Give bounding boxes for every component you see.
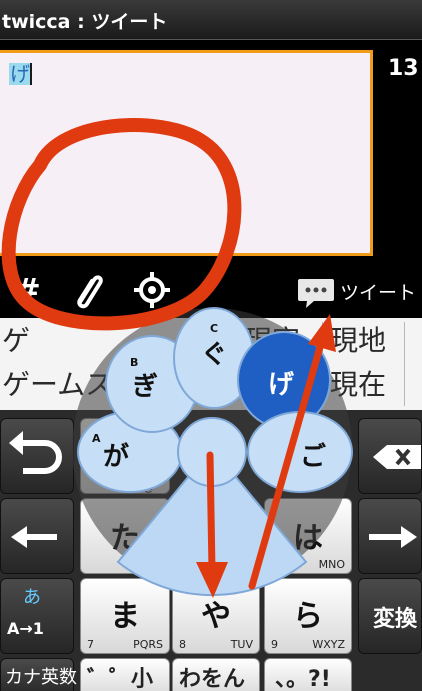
key-ma[interactable]: ま 7 PQRS (80, 578, 170, 654)
text-caret (30, 63, 32, 85)
candidate-divider (322, 322, 323, 406)
flick-label-right: ご (300, 442, 327, 472)
flick-label-upper-right: げ (268, 370, 295, 400)
candidate-item[interactable]: 現在 (330, 368, 386, 402)
key-ya-label: や (201, 599, 231, 634)
tweet-text-field[interactable]: げ (0, 50, 373, 256)
key-ra[interactable]: ら 9 WXYZ (264, 578, 352, 654)
tweet-button[interactable]: ツイート (296, 273, 420, 309)
cursor-right-key[interactable] (358, 498, 422, 574)
paperclip-icon (77, 275, 103, 309)
key-ya[interactable]: や 8 TUV (172, 578, 260, 654)
key-ma-letters: PQRS (133, 638, 163, 651)
flick-letter-left: A (92, 432, 101, 445)
backspace-icon (373, 445, 421, 469)
candidate-divider (404, 322, 405, 406)
key-dakuten-label: ゛゜小 (87, 667, 154, 691)
right-arrow-icon (369, 526, 417, 548)
key-ra-letters: WXYZ (312, 638, 345, 651)
key-ma-number: 7 (87, 638, 94, 651)
crosshair-icon (134, 272, 170, 308)
hashtag-label: # (14, 271, 41, 309)
key-ha-letters: MNO (318, 558, 345, 571)
left-arrow-icon (11, 526, 57, 548)
kana-alnum-label: カナ英数 (5, 667, 77, 688)
key-ta-label: た (110, 521, 140, 556)
mode-alnum-label: A→1 (7, 619, 44, 638)
attach-button[interactable] (70, 268, 106, 312)
key-ma-label: ま (110, 599, 140, 634)
key-dakuten[interactable]: ゛゜小 (80, 658, 170, 691)
candidate-item[interactable]: ゲ (2, 324, 30, 358)
composing-text: げ (9, 62, 31, 86)
key-ra-number: 9 (271, 638, 278, 651)
flick-letter-upper-left: B (130, 356, 139, 369)
key-punct[interactable]: 、。?! (264, 658, 352, 691)
key-ra-label: ら (293, 599, 323, 634)
input-mode-key[interactable]: あ A→1 (0, 578, 74, 654)
key-ha-label: は (293, 521, 323, 556)
window-title: twicca : ツイート (2, 11, 168, 33)
speech-bubble-icon (298, 279, 334, 308)
key-ya-number: 8 (179, 638, 186, 651)
undo-icon (9, 431, 62, 474)
key-ta[interactable]: た (80, 498, 170, 574)
flick-label-left: が (103, 442, 130, 472)
location-button[interactable] (132, 268, 172, 312)
key-at-fragment: @ (143, 481, 154, 494)
kana-alnum-key[interactable]: カナ英数 (0, 658, 77, 691)
flick-label-upper-left: ぎ (132, 372, 159, 402)
key-punct-label: 、。?! (275, 667, 331, 691)
candidate-item[interactable]: 現実 (244, 324, 300, 358)
candidate-item[interactable]: 現地 (330, 324, 386, 358)
key-ha[interactable]: は MNO (264, 498, 352, 574)
cursor-left-key[interactable] (0, 498, 74, 574)
undo-key[interactable] (0, 418, 74, 494)
convert-key[interactable]: 変換 (358, 578, 422, 654)
character-counter: 13 (388, 56, 419, 81)
tweet-label: ツイート (340, 282, 417, 304)
title-bar: twicca : ツイート (0, 0, 422, 40)
mode-hiragana-label: あ (23, 587, 41, 608)
key-wa-label: わをん (179, 667, 246, 691)
software-keyboard: あ A→1 カナ英数 た は MNO @ ま 7 PQRS や 8 TUV ら … (0, 410, 422, 691)
key-ya-letters: TUV (230, 638, 253, 651)
candidate-item[interactable]: ゲームス (2, 368, 113, 402)
hashtag-button[interactable]: # (14, 268, 42, 312)
flick-letter-top: C (210, 322, 219, 335)
convert-label: 変換 (373, 607, 418, 632)
key-wa[interactable]: わをん (172, 658, 260, 691)
delete-key[interactable] (358, 418, 422, 494)
flick-label-top: ぐ (201, 340, 228, 370)
